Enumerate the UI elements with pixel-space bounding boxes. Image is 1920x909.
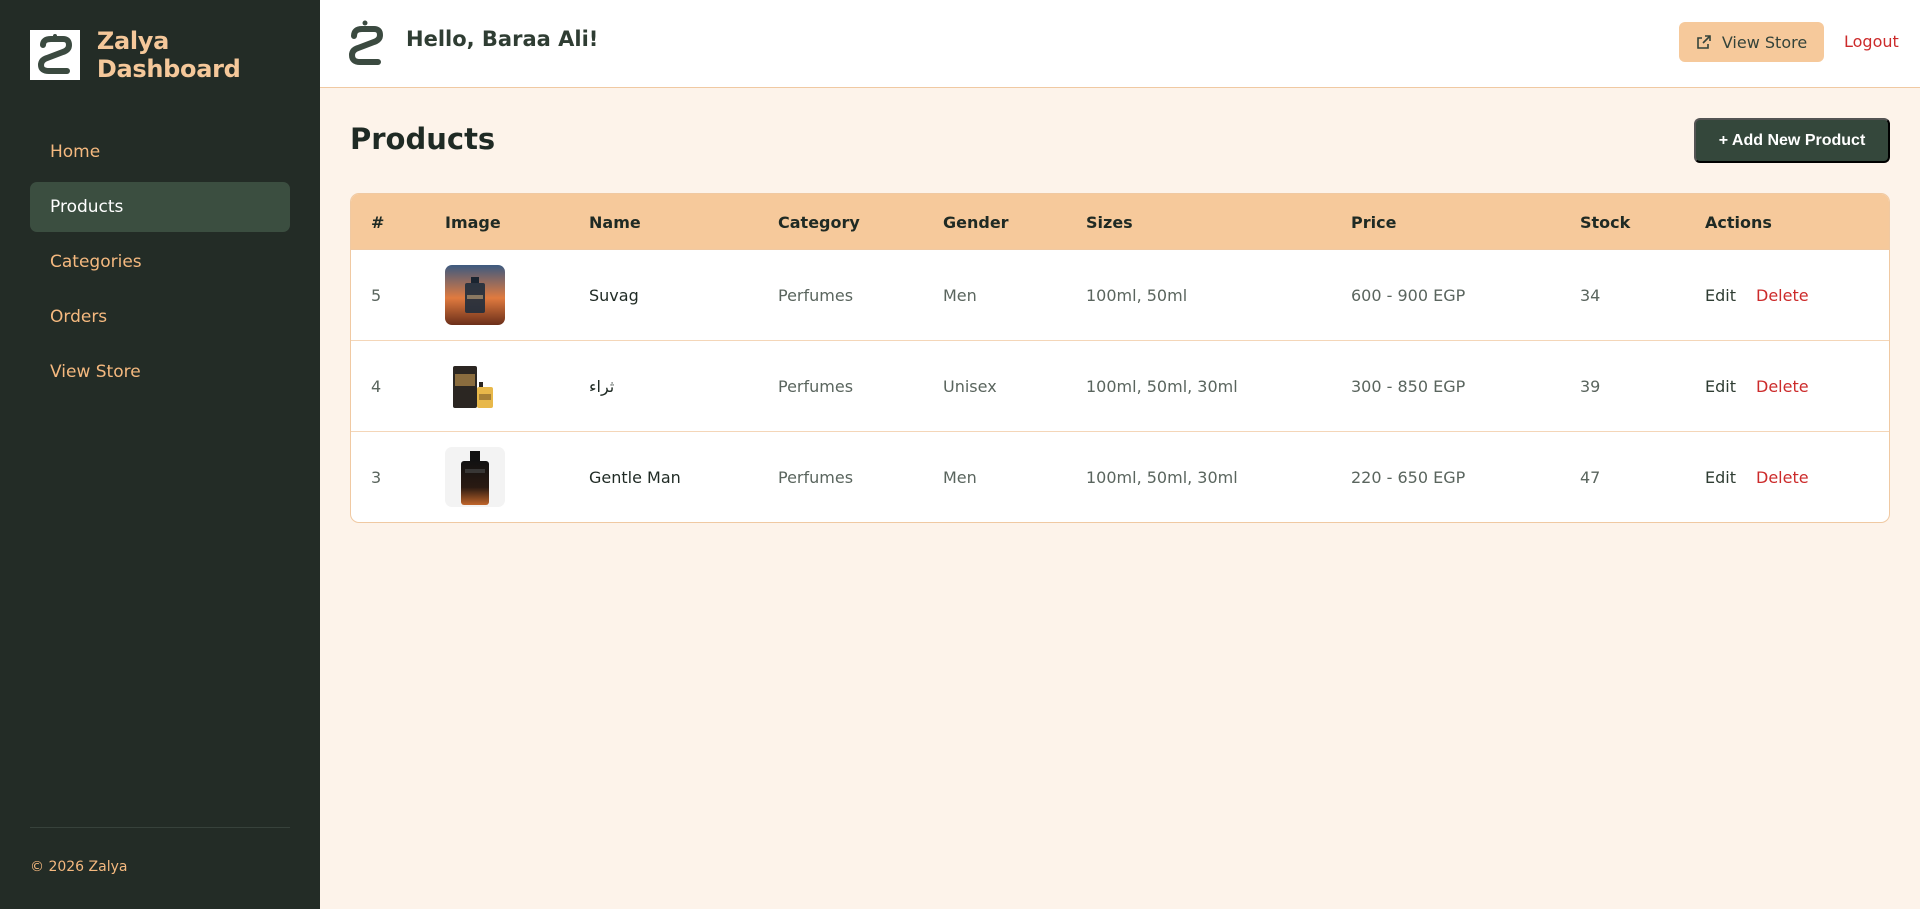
column-header-stock: Stock: [1580, 213, 1631, 232]
product-image: [445, 265, 505, 325]
add-new-product-button[interactable]: + Add New Product: [1694, 118, 1890, 163]
sidebar-item-home[interactable]: Home: [30, 127, 290, 177]
sidebar-item-products[interactable]: Products: [30, 182, 290, 232]
sidebar-nav: Home Products Categories Orders View Sto…: [30, 127, 290, 402]
table-row: 5 Suvag Perfumes Men 100ml, 50ml 600 - 9…: [351, 250, 1889, 341]
cell-name: Suvag: [589, 286, 639, 305]
column-header-price: Price: [1351, 213, 1397, 232]
sidebar: Zalya Dashboard Home Products Categories…: [0, 0, 320, 909]
products-table: # Image Name Category Gender Sizes Price…: [350, 193, 1890, 523]
column-header-gender: Gender: [943, 213, 1009, 232]
sidebar-item-categories[interactable]: Categories: [30, 237, 290, 287]
column-header-image: Image: [445, 213, 501, 232]
cell-id: 3: [371, 468, 382, 487]
delete-link[interactable]: Delete: [1756, 286, 1809, 305]
cell-sizes: 100ml, 50ml, 30ml: [1086, 468, 1238, 487]
top-header: Hello, Baraa Ali! View Store Logout: [320, 0, 1920, 88]
page-title: Products: [350, 122, 496, 156]
column-header-category: Category: [778, 213, 860, 232]
table-row: 3 Gentle Man Perfumes Men 100ml, 50ml, 3…: [351, 432, 1889, 522]
cell-sizes: 100ml, 50ml, 30ml: [1086, 377, 1238, 396]
cell-category: Perfumes: [778, 377, 854, 396]
logout-link[interactable]: Logout: [1844, 32, 1899, 51]
edit-link[interactable]: Edit: [1705, 286, 1736, 305]
column-header-sizes: Sizes: [1086, 213, 1133, 232]
delete-link[interactable]: Delete: [1756, 377, 1809, 396]
cell-gender: Men: [943, 286, 977, 305]
external-link-icon: [1696, 34, 1712, 50]
cell-price: 300 - 850 EGP: [1351, 377, 1466, 396]
cell-stock: 39: [1580, 377, 1601, 396]
sidebar-divider: [30, 827, 290, 828]
brand[interactable]: Zalya Dashboard: [30, 27, 320, 83]
sidebar-item-view-store[interactable]: View Store: [30, 347, 290, 397]
cell-stock: 47: [1580, 468, 1601, 487]
edit-link[interactable]: Edit: [1705, 377, 1736, 396]
product-image: [445, 356, 505, 416]
brand-logo-icon: [30, 30, 80, 80]
product-image: [445, 447, 505, 507]
table-header: # Image Name Category Gender Sizes Price…: [351, 194, 1889, 250]
cell-id: 5: [371, 286, 382, 305]
cell-category: Perfumes: [778, 286, 854, 305]
cell-name: Gentle Man: [589, 468, 681, 487]
cell-price: 220 - 650 EGP: [1351, 468, 1466, 487]
table-row: 4 ثراء Perfumes Unisex 100ml, 50ml, 30ml…: [351, 341, 1889, 432]
view-store-button[interactable]: View Store: [1679, 22, 1824, 62]
view-store-label: View Store: [1721, 32, 1808, 52]
sidebar-item-orders[interactable]: Orders: [30, 292, 290, 342]
column-header-actions: Actions: [1705, 213, 1772, 232]
cell-sizes: 100ml, 50ml: [1086, 286, 1188, 305]
edit-link[interactable]: Edit: [1705, 468, 1736, 487]
cell-name: ثراء: [589, 377, 615, 396]
cell-id: 4: [371, 377, 382, 396]
brand-title: Zalya Dashboard: [96, 27, 241, 83]
header-logo-icon: [345, 18, 387, 68]
cell-stock: 34: [1580, 286, 1601, 305]
greeting-text: Hello, Baraa Ali!: [406, 27, 599, 51]
cell-gender: Men: [943, 468, 977, 487]
column-header-id: #: [371, 213, 385, 232]
sidebar-footer: © 2026 Zalya: [30, 859, 128, 875]
delete-link[interactable]: Delete: [1756, 468, 1809, 487]
cell-gender: Unisex: [943, 377, 997, 396]
cell-category: Perfumes: [778, 468, 854, 487]
column-header-name: Name: [589, 213, 641, 232]
cell-price: 600 - 900 EGP: [1351, 286, 1466, 305]
